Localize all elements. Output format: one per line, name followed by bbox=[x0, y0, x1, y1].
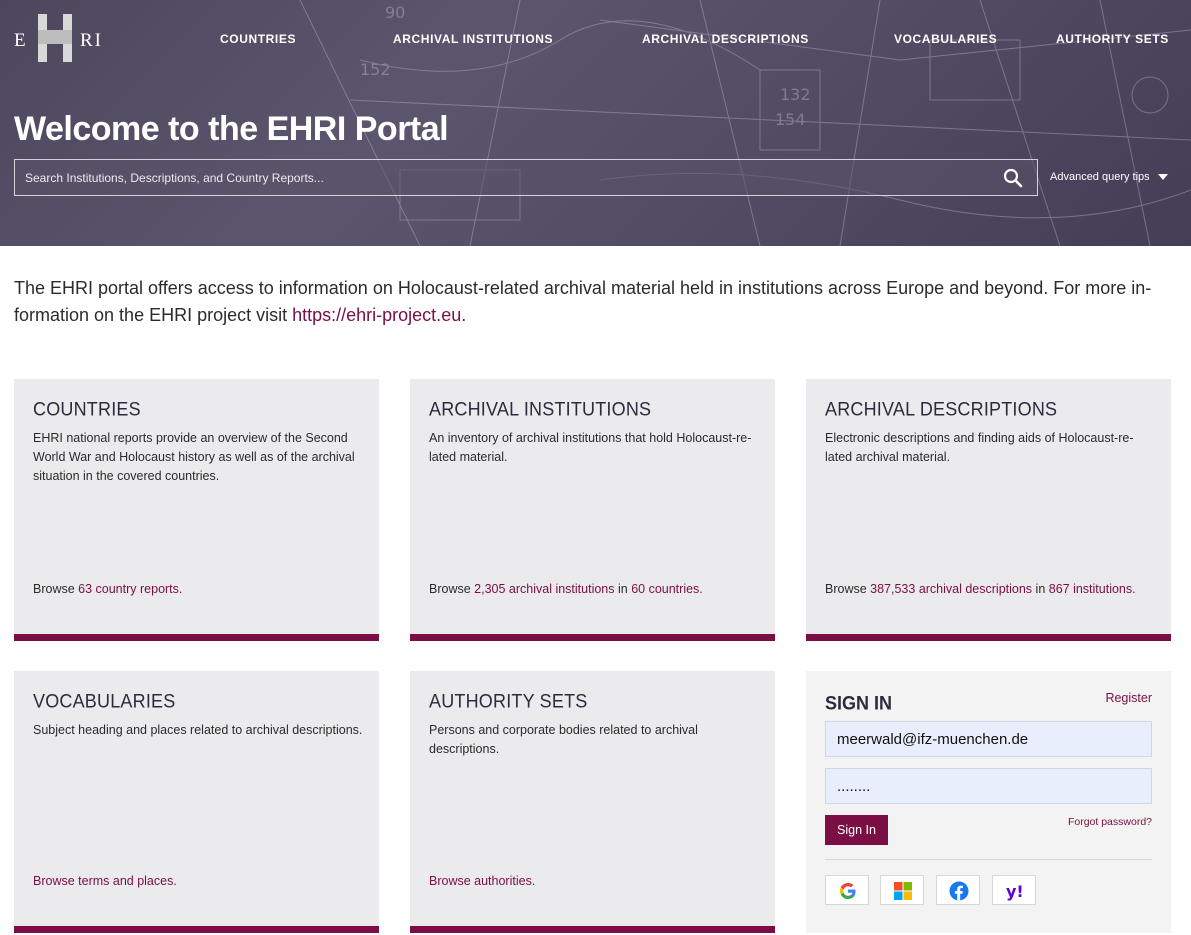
card-accent-bar bbox=[14, 634, 379, 641]
browse-prefix: Browse bbox=[825, 582, 871, 596]
search-box bbox=[14, 159, 1038, 196]
search-icon[interactable] bbox=[1003, 168, 1023, 188]
browse-mid: in bbox=[614, 582, 632, 596]
facebook-sign-in-button[interactable] bbox=[936, 875, 980, 905]
ehri-logo[interactable]: E RI bbox=[14, 14, 110, 64]
card-description: Electronic descriptions and finding aids… bbox=[825, 431, 1134, 464]
card-accent-bar bbox=[806, 634, 1171, 641]
archival-institutions-link[interactable]: 2,305 archival institutions bbox=[474, 582, 614, 596]
card-description: Subject heading and places related to ar… bbox=[33, 723, 363, 737]
card-title: COUNTRIES bbox=[33, 398, 141, 420]
card-countries: COUNTRIES EHRI national reports provide … bbox=[14, 379, 379, 641]
card-description: EHRI national reports provide an overvie… bbox=[33, 431, 355, 483]
svg-text:154: 154 bbox=[775, 110, 806, 129]
yahoo-sign-in-button[interactable]: y! bbox=[992, 875, 1036, 905]
password-field[interactable] bbox=[825, 768, 1152, 804]
microsoft-icon bbox=[894, 882, 912, 900]
register-link[interactable]: Register bbox=[1105, 691, 1152, 705]
google-sign-in-button[interactable] bbox=[825, 875, 869, 905]
email-field[interactable] bbox=[825, 721, 1152, 757]
intro-body: The EHRI portal offers access to informa… bbox=[14, 278, 1152, 325]
intro-text: The EHRI portal offers access to informa… bbox=[14, 275, 1164, 329]
card-title: AUTHORITY SETS bbox=[429, 690, 588, 712]
card-browse: Browse 63 country reports. bbox=[33, 582, 182, 596]
nav-archival-institutions[interactable]: ARCHIVAL INSTITUTIONS bbox=[393, 32, 553, 46]
browse-prefix: Browse bbox=[33, 582, 79, 596]
logo-h-mark bbox=[38, 14, 72, 62]
logo-letters-ri: RI bbox=[80, 30, 103, 51]
sign-in-button[interactable]: Sign In bbox=[825, 815, 888, 845]
svg-text:y!: y! bbox=[1006, 882, 1024, 901]
sign-in-panel: SIGN IN Register Sign In Forgot password… bbox=[806, 671, 1171, 933]
card-accent-bar bbox=[410, 926, 775, 933]
advanced-query-tips-label: Advanced query tips bbox=[1050, 171, 1150, 183]
card-browse: Browse terms and places. bbox=[33, 874, 177, 888]
hero-header: 90 152 132 154 E RI COUNTRIES ARCHIVAL I… bbox=[0, 0, 1191, 246]
browse-mid: in bbox=[1032, 582, 1049, 596]
logo-letter-e: E bbox=[14, 30, 28, 51]
browse-prefix: Browse bbox=[429, 582, 475, 596]
institutions-link[interactable]: 867 institutions. bbox=[1049, 582, 1136, 596]
caret-down-icon bbox=[1157, 174, 1168, 181]
nav-archival-descriptions[interactable]: ARCHIVAL DESCRIPTIONS bbox=[642, 32, 809, 46]
facebook-icon bbox=[949, 881, 969, 901]
card-vocabularies: VOCABULARIES Subject heading and places … bbox=[14, 671, 379, 933]
svg-text:152: 152 bbox=[360, 60, 391, 79]
card-browse: Browse 2,305 archival institutions in 60… bbox=[429, 582, 703, 596]
ehri-project-link[interactable]: https://ehri-project.eu bbox=[292, 305, 461, 325]
card-archival-descriptions: ARCHIVAL DESCRIPTIONS Electronic descrip… bbox=[806, 379, 1171, 641]
card-title: ARCHIVAL DESCRIPTIONS bbox=[825, 398, 1058, 420]
search-input[interactable] bbox=[15, 160, 995, 195]
yahoo-icon: y! bbox=[1006, 882, 1024, 901]
card-title: VOCABULARIES bbox=[33, 690, 176, 712]
card-title: ARCHIVAL INSTITUTIONS bbox=[429, 398, 652, 420]
card-browse: Browse authorities. bbox=[429, 874, 535, 888]
card-authority-sets: AUTHORITY SETS Persons and corporate bod… bbox=[410, 671, 775, 933]
divider bbox=[825, 859, 1152, 860]
card-accent-bar bbox=[14, 926, 379, 933]
forgot-password-link[interactable]: Forgot password? bbox=[1068, 816, 1152, 828]
svg-text:132: 132 bbox=[780, 85, 811, 104]
page-title: Welcome to the EHRI Portal bbox=[14, 110, 449, 148]
browse-authorities-link[interactable]: Browse authorities. bbox=[429, 874, 535, 888]
intro-end: . bbox=[461, 305, 467, 325]
nav-authority-sets[interactable]: AUTHORITY SETS bbox=[1056, 32, 1169, 46]
advanced-query-tips-toggle[interactable]: Advanced query tips bbox=[1050, 171, 1168, 183]
archival-descriptions-link[interactable]: 387,533 archival descriptions bbox=[870, 582, 1032, 596]
nav-countries[interactable]: COUNTRIES bbox=[220, 32, 296, 46]
sign-in-title: SIGN IN bbox=[825, 692, 893, 714]
browse-terms-link[interactable]: Browse terms and places. bbox=[33, 874, 177, 888]
card-accent-bar bbox=[410, 634, 775, 641]
card-archival-institutions: ARCHIVAL INSTITUTIONS An inventory of ar… bbox=[410, 379, 775, 641]
card-browse: Browse 387,533 archival descriptions in … bbox=[825, 582, 1136, 596]
card-description: Persons and corporate bodies related to … bbox=[429, 723, 698, 756]
countries-link[interactable]: 60 countries. bbox=[631, 582, 703, 596]
microsoft-sign-in-button[interactable] bbox=[880, 875, 924, 905]
nav-vocabularies[interactable]: VOCABULARIES bbox=[894, 32, 997, 46]
google-icon bbox=[840, 883, 856, 899]
country-reports-link[interactable]: 63 country reports. bbox=[78, 582, 182, 596]
card-description: An inventory of archival institutions th… bbox=[429, 431, 752, 464]
svg-text:90: 90 bbox=[385, 3, 405, 22]
